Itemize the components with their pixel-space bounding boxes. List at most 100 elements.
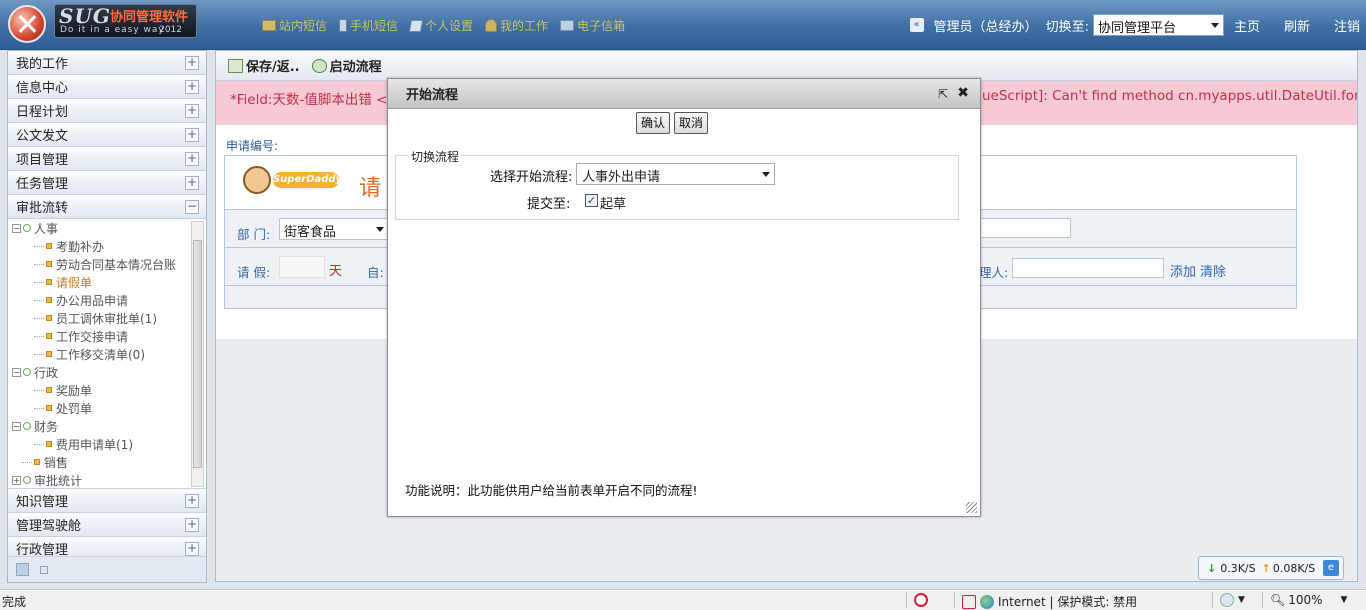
expand-toggle-icon[interactable]: + (12, 475, 21, 485)
switch-label: 切换至: (1045, 19, 1089, 35)
sidebar: 我的工作 + 信息中心 + 日程计划 + 公文发文 + 项目管理 + 任务管理 + 审批流转… (7, 50, 207, 583)
approval-tree: − 人事 考勤补办 劳动合同基本情况台账 请假单 办公用品申请 员工调休审批单(1… (8, 219, 206, 489)
tree-item[interactable]: 工作交接申请 (8, 327, 206, 345)
nav-email[interactable]: 电子信箱 (560, 17, 625, 34)
logo: SUG 协同管理软件 Do it in a easy way 2012 (54, 4, 197, 38)
privacy-icon[interactable] (914, 593, 932, 607)
form-icon (34, 459, 40, 465)
start-flow-button[interactable]: 启动流程 (311, 56, 382, 75)
toolbar: 保存/返.. 启动流程 (216, 51, 1357, 81)
tree-scrollbar[interactable] (191, 221, 204, 487)
dialog-titlebar[interactable]: 开始流程 ⇱ ✖ (388, 79, 980, 109)
tree-item[interactable]: 费用申请单(1) (8, 435, 206, 453)
switch-flow-fieldset: 切换流程 选择开始流程: 人事外出申请 提交至: ✓ 起草 (395, 148, 959, 220)
close-icon[interactable]: ✖ (957, 85, 969, 101)
dept-right-input[interactable] (979, 218, 1071, 238)
add-link[interactable]: 添加 (1170, 261, 1196, 280)
cancel-button[interactable]: 取消 (674, 112, 709, 134)
upload-arrow-icon: ↑ (1261, 561, 1271, 575)
menu-official-docs[interactable]: 公文发文 + (8, 123, 206, 147)
clear-link[interactable]: 清除 (1200, 261, 1226, 280)
nav-sms[interactable]: 手机短信 (339, 17, 398, 34)
tree-item[interactable]: 工作移交清单(0) (8, 345, 206, 363)
expand-icon[interactable]: + (185, 80, 199, 94)
menu-my-work[interactable]: 我的工作 + (8, 51, 206, 75)
expand-icon[interactable]: + (185, 152, 199, 166)
agent-input[interactable] (1012, 258, 1164, 278)
nav-personal-settings[interactable]: 个人设置 (408, 17, 473, 34)
sidebar-footer (8, 556, 206, 582)
form-icon (46, 387, 52, 393)
globe-icon (980, 594, 994, 609)
start-flow-dialog: 开始流程 ⇱ ✖ 确认 取消 切换流程 选择开始流程: 人事外出申请 提交至: … (387, 78, 981, 517)
tree-item[interactable]: 处罚单 (8, 399, 206, 417)
menu-projects[interactable]: 项目管理 + (8, 147, 206, 171)
logo-year: 2012 (159, 25, 182, 35)
platform-select[interactable]: 协同管理平台 (1092, 14, 1224, 36)
envelope-icon (262, 20, 276, 31)
collapse-toggle-icon[interactable]: − (12, 421, 21, 431)
status-text: 完成 (2, 595, 27, 609)
form-icon (46, 441, 52, 447)
expand-icon[interactable]: + (185, 128, 199, 142)
tree-item[interactable]: 员工调休审批单(1) (8, 309, 206, 327)
menu-cockpit[interactable]: 管理驾驶舱 + (8, 513, 206, 537)
agent-label: 理人: (979, 265, 1009, 280)
save-icon (228, 58, 243, 73)
dept-select[interactable]: 街客食品 (279, 218, 389, 240)
collapse-icon[interactable]: − (185, 200, 199, 214)
tree-folder-admin[interactable]: − 行政 (8, 363, 206, 381)
collapse-toggle-icon[interactable]: − (12, 223, 21, 233)
network-speed-widget: ↓ 0.3K/S ↑ 0.08K/S e (1198, 556, 1344, 580)
zoom-control[interactable]: 🔍︎ 100% ▼ (1270, 593, 1347, 607)
tree-folder-hr[interactable]: − 人事 (8, 219, 206, 237)
tree-item-selected[interactable]: 请假单 (8, 273, 206, 291)
expand-icon[interactable]: + (185, 542, 199, 556)
menu-info-center[interactable]: 信息中心 + (8, 75, 206, 99)
folder-icon (23, 422, 31, 430)
browser-icon[interactable]: e (1323, 560, 1339, 576)
expand-icon[interactable]: + (185, 518, 199, 532)
tree-folder-stats[interactable]: + 审批统计 (8, 471, 206, 488)
menu-approval[interactable]: 审批流转 − (8, 195, 206, 219)
home-link[interactable]: 主页 (1234, 16, 1260, 35)
draft-checkbox[interactable]: ✓ (585, 194, 598, 207)
tree-item-sales[interactable]: 销售 (8, 453, 206, 471)
top-nav: 站内短信 手机短信 个人设置 我的工作 电子信箱 (262, 17, 625, 34)
protected-mode-icon[interactable]: ▼ (1220, 593, 1245, 607)
from-label: 自: (367, 265, 384, 280)
menu-knowledge[interactable]: 知识管理 + (8, 489, 206, 513)
layout-icon[interactable] (16, 563, 29, 576)
logo-slogan: Do it in a easy way (60, 25, 165, 35)
blocked-icon (962, 594, 976, 609)
resize-grip-icon[interactable] (966, 502, 977, 513)
tree-item[interactable]: 奖励单 (8, 381, 206, 399)
small-square-icon[interactable] (40, 566, 48, 574)
nav-internal-message[interactable]: 站内短信 (262, 17, 327, 34)
flow-select[interactable]: 人事外出申请 (576, 163, 775, 185)
save-return-button[interactable]: 保存/返.. (228, 56, 300, 75)
collapse-toggle-icon[interactable]: − (12, 367, 21, 377)
expand-icon[interactable]: + (185, 176, 199, 190)
refresh-link[interactable]: 刷新 (1284, 16, 1310, 35)
dialog-title: 开始流程 (406, 88, 459, 103)
menu-schedule[interactable]: 日程计划 + (8, 99, 206, 123)
scrollbar-thumb[interactable] (193, 240, 202, 468)
function-description: 功能说明：此功能供用户给当前表单开启不同的流程! (405, 483, 698, 498)
chevron-down-icon: ▼ (1340, 595, 1348, 605)
tree-item[interactable]: 劳动合同基本情况台账 (8, 255, 206, 273)
security-zone[interactable]: Internet | 保护模式: 禁用 (962, 593, 1137, 610)
popout-icon[interactable]: ⇱ (938, 87, 948, 101)
logout-link[interactable]: 注销 (1334, 16, 1360, 35)
expand-icon[interactable]: + (185, 104, 199, 118)
days-field[interactable] (279, 256, 325, 278)
expand-icon[interactable]: + (185, 494, 199, 508)
expand-icon[interactable]: + (185, 56, 199, 70)
menu-tasks[interactable]: 任务管理 + (8, 171, 206, 195)
tree-item[interactable]: 考勤补办 (8, 237, 206, 255)
double-chevron-left-icon[interactable]: « (909, 18, 924, 32)
confirm-button[interactable]: 确认 (636, 112, 671, 134)
tree-item[interactable]: 办公用品申请 (8, 291, 206, 309)
tree-folder-finance[interactable]: − 财务 (8, 417, 206, 435)
nav-my-work[interactable]: 我的工作 (485, 17, 548, 34)
